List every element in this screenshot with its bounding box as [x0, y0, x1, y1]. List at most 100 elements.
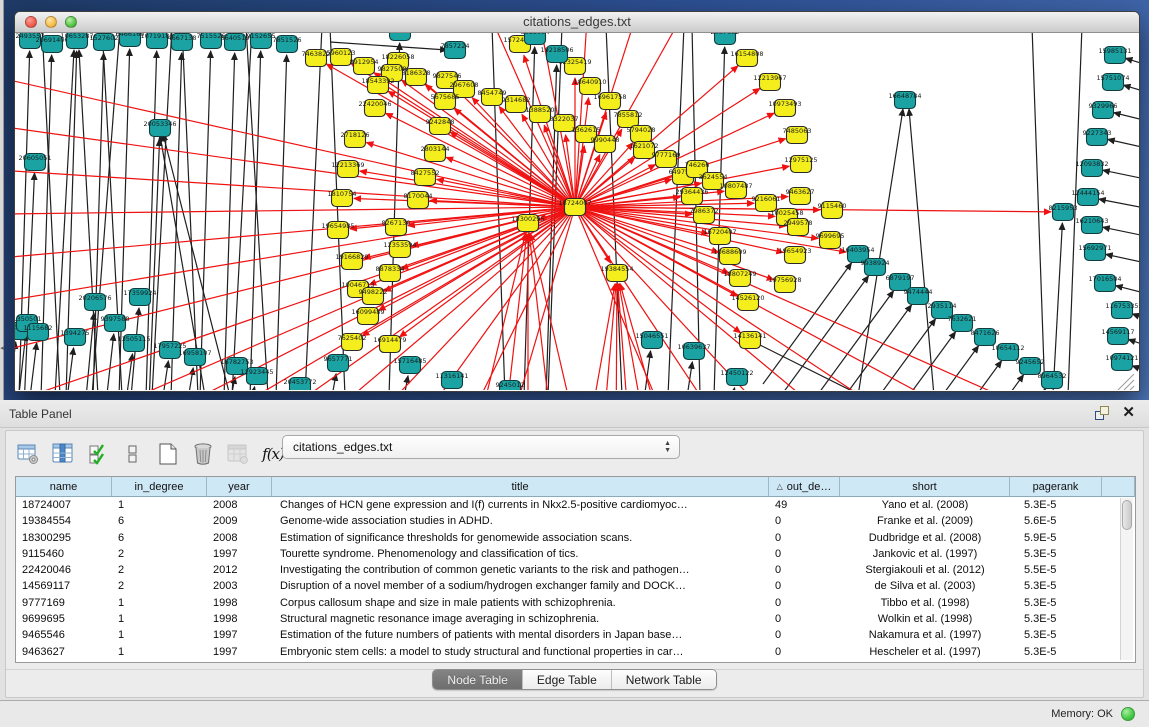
cell-name[interactable]: 14569117 — [16, 578, 112, 594]
cell-in_degree[interactable]: 2 — [112, 578, 207, 594]
column-header-pagerank[interactable]: pagerank — [1010, 477, 1102, 497]
cell-out[interactable]: 0 — [769, 562, 840, 578]
cell-title[interactable]: Embryonic stem cells: a model to study s… — [272, 644, 769, 660]
cell-pagerank[interactable]: 5.3E-5 — [1010, 497, 1102, 513]
cell-in_degree[interactable]: 1 — [112, 611, 207, 627]
cell-year[interactable]: 1998 — [207, 595, 272, 611]
cell-short[interactable]: de Silva et al. (2003) — [840, 578, 1010, 594]
cell-in_degree[interactable]: 1 — [112, 627, 207, 643]
cell-pagerank[interactable]: 5.6E-5 — [1010, 513, 1102, 529]
table-row[interactable]: 946554611997Estimation of the future num… — [16, 627, 1135, 643]
table-row[interactable]: 946362711997Embryonic stem cells: a mode… — [16, 644, 1135, 660]
cell-title[interactable]: Corpus callosum shape and size in male p… — [272, 595, 769, 611]
cell-in_degree[interactable]: 1 — [112, 497, 207, 513]
cell-out[interactable]: 0 — [769, 595, 840, 611]
column-header-in_degree[interactable]: in_degree — [112, 477, 207, 497]
cell-title[interactable]: Tourette syndrome. Phenomenology and cla… — [272, 546, 769, 562]
column-visibility-icon[interactable] — [51, 442, 75, 466]
cell-name[interactable]: 18300295 — [16, 530, 112, 546]
collapse-left-icon[interactable]: ◂ — [0, 344, 4, 354]
table-row[interactable]: 911546021997Tourette syndrome. Phenomeno… — [16, 546, 1135, 562]
cell-out[interactable]: 0 — [769, 578, 840, 594]
node-table[interactable]: namein_degreeyeartitle△out_de…shortpager… — [15, 476, 1136, 663]
cell-pagerank[interactable]: 5.3E-5 — [1010, 611, 1102, 627]
cell-short[interactable]: Tibbo et al. (1998) — [840, 595, 1010, 611]
cell-year[interactable]: 2008 — [207, 497, 272, 513]
cell-in_degree[interactable]: 6 — [112, 530, 207, 546]
cell-in_degree[interactable]: 6 — [112, 513, 207, 529]
tab-node-table[interactable]: Node Table — [433, 670, 523, 689]
cell-short[interactable]: Wolkin et al. (1998) — [840, 611, 1010, 627]
cell-year[interactable]: 1997 — [207, 627, 272, 643]
close-panel-icon[interactable]: ✕ — [1122, 406, 1135, 420]
table-row[interactable]: 1830029562008Estimation of significance … — [16, 530, 1135, 546]
network-select-dropdown[interactable]: citations_edges.txt ▲▼ — [282, 435, 680, 459]
cell-name[interactable]: 9463627 — [16, 644, 112, 660]
memory-ok-icon[interactable] — [1121, 707, 1135, 721]
cell-name[interactable]: 18724007 — [16, 497, 112, 513]
cell-year[interactable]: 2008 — [207, 530, 272, 546]
cell-title[interactable]: Changes of HCN gene expression and I(f) … — [272, 497, 769, 513]
network-window-titlebar[interactable]: citations_edges.txt — [15, 12, 1139, 33]
cell-in_degree[interactable]: 2 — [112, 546, 207, 562]
cell-year[interactable]: 1998 — [207, 611, 272, 627]
table-scrollbar-thumb[interactable] — [1122, 500, 1132, 530]
cell-name[interactable]: 19384554 — [16, 513, 112, 529]
cell-year[interactable]: 1997 — [207, 546, 272, 562]
tab-edge-table[interactable]: Edge Table — [523, 670, 612, 689]
cell-pagerank[interactable]: 5.3E-5 — [1010, 578, 1102, 594]
cell-name[interactable]: 22420046 — [16, 562, 112, 578]
table-row[interactable]: 1872400712008Changes of HCN gene express… — [16, 497, 1135, 513]
select-columns-icon[interactable] — [86, 442, 110, 466]
delete-table-icon[interactable] — [191, 442, 215, 466]
cell-pagerank[interactable]: 5.3E-5 — [1010, 627, 1102, 643]
cell-title[interactable]: Estimation of the future numbers of pati… — [272, 627, 769, 643]
cell-out[interactable]: 0 — [769, 546, 840, 562]
left-panel-divider[interactable] — [0, 0, 4, 400]
network-canvas[interactable]: 7463822596012389129541822605898275081854… — [15, 33, 1139, 390]
column-header-short[interactable]: short — [840, 477, 1010, 497]
table-panel-header[interactable]: Table Panel ✕ — [0, 400, 1149, 428]
cell-out[interactable]: 0 — [769, 644, 840, 660]
minimize-window-icon[interactable] — [45, 16, 57, 28]
table-scrollbar[interactable] — [1120, 498, 1133, 660]
cell-year[interactable]: 2012 — [207, 562, 272, 578]
cell-title[interactable]: Estimation of significance thresholds fo… — [272, 530, 769, 546]
cell-pagerank[interactable]: 5.9E-5 — [1010, 530, 1102, 546]
cell-in_degree[interactable]: 2 — [112, 562, 207, 578]
row-height-icon[interactable] — [121, 442, 145, 466]
cell-out[interactable]: 49 — [769, 497, 840, 513]
cell-out[interactable]: 0 — [769, 627, 840, 643]
column-header-title[interactable]: title — [272, 477, 769, 497]
cell-name[interactable]: 9699695 — [16, 611, 112, 627]
cell-name[interactable]: 9115460 — [16, 546, 112, 562]
cell-short[interactable]: Stergiakouli et al. (2012) — [840, 562, 1010, 578]
zoom-window-icon[interactable] — [65, 16, 77, 28]
cell-year[interactable]: 2003 — [207, 578, 272, 594]
cell-short[interactable]: Hescheler et al. (1997) — [840, 644, 1010, 660]
table-row[interactable]: 977716911998Corpus callosum shape and si… — [16, 595, 1135, 611]
cell-in_degree[interactable]: 1 — [112, 644, 207, 660]
cell-name[interactable]: 9777169 — [16, 595, 112, 611]
table-row[interactable]: 1938455462009Genome-wide association stu… — [16, 513, 1135, 529]
cell-pagerank[interactable]: 5.3E-5 — [1010, 546, 1102, 562]
cell-title[interactable]: Investigating the contribution of common… — [272, 562, 769, 578]
table-row[interactable]: 1456911722003Disruption of a novel membe… — [16, 578, 1135, 594]
cell-short[interactable]: Jankovic et al. (1997) — [840, 546, 1010, 562]
cell-short[interactable]: Dudbridge et al. (2008) — [840, 530, 1010, 546]
cell-short[interactable]: Yano et al. (2008) — [840, 497, 1010, 513]
cell-short[interactable]: Nakamura et al. (1997) — [840, 627, 1010, 643]
cell-title[interactable]: Structural magnetic resonance image aver… — [272, 611, 769, 627]
table-row[interactable]: 969969511998Structural magnetic resonanc… — [16, 611, 1135, 627]
tab-network-table[interactable]: Network Table — [612, 670, 716, 689]
cell-short[interactable]: Franke et al. (2009) — [840, 513, 1010, 529]
float-window-icon[interactable] — [1095, 406, 1109, 420]
column-header-out[interactable]: △out_de… — [769, 477, 840, 497]
table-settings-icon[interactable] — [16, 442, 40, 466]
close-window-icon[interactable] — [25, 16, 37, 28]
network-window[interactable]: citations_edges.txt 74638225960123891295… — [14, 11, 1140, 392]
column-header-year[interactable]: year — [207, 477, 272, 497]
column-header-name[interactable]: name — [16, 477, 112, 497]
cell-name[interactable]: 9465546 — [16, 627, 112, 643]
table-row[interactable]: 2242004622012Investigating the contribut… — [16, 562, 1135, 578]
